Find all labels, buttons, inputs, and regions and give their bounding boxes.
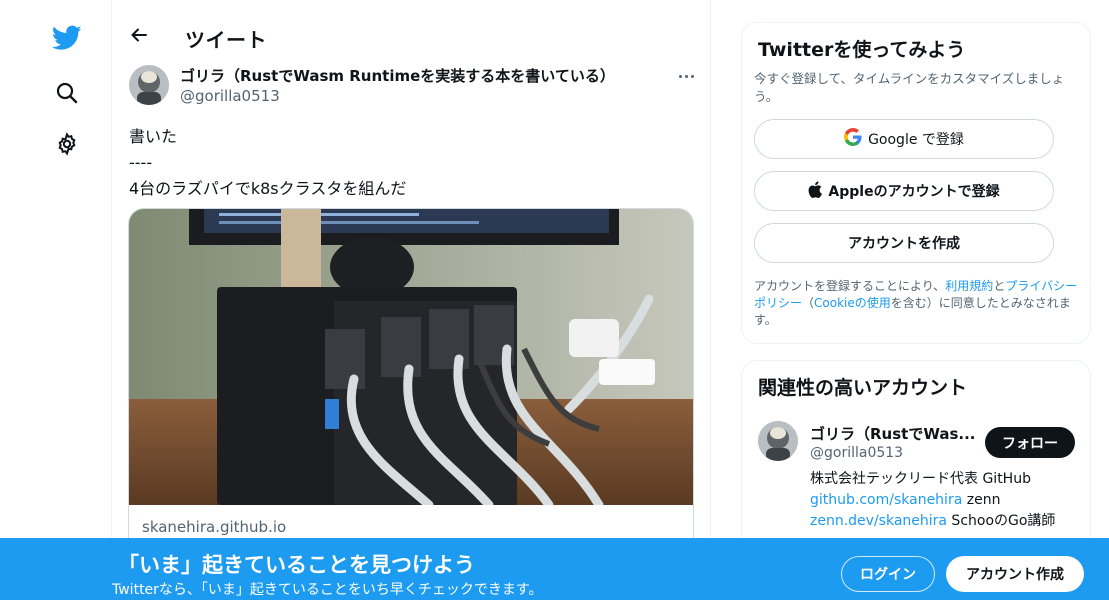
bio-line: 株式会社テックリード代表 GitHub — [810, 471, 1031, 487]
tweet-text: 書いた ---- 4台のラズパイでk8sクラスタを組んだ — [129, 127, 407, 198]
legal-text: アカウントを登録することにより、利用規約とプライバシーポリシー（Cookieの使… — [754, 278, 1084, 329]
more-options-icon[interactable] — [674, 64, 698, 88]
google-button-label: Google で登録 — [868, 132, 964, 148]
cookie-link[interactable]: Cookieの使用 — [814, 296, 891, 310]
legal-and: と — [993, 279, 1006, 293]
back-arrow-icon[interactable] — [126, 22, 152, 48]
zenn-link[interactable]: zenn.dev/skanehira — [810, 513, 947, 529]
bio-line: zenn.dev/skanehira SchooのGo講師 — [810, 511, 1080, 532]
legal-prefix: アカウントを登録することにより、 — [754, 279, 946, 293]
link-card[interactable]: skanehira.github.io — [128, 208, 694, 568]
avatar[interactable] — [758, 421, 798, 461]
google-icon — [844, 128, 862, 150]
page-title: ツイート — [185, 28, 267, 52]
tweet-header: ツイート — [112, 0, 710, 56]
related-account-handle[interactable]: @gorilla0513 — [810, 445, 903, 461]
card-image — [129, 209, 693, 505]
right-sidebar: Twitterを使ってみよう 今すぐ登録して、タイムラインをカスタマイズしましょ… — [741, 0, 1091, 600]
related-account-bio: 株式会社テックリード代表 GitHub github.com/skanehira… — [810, 469, 1080, 532]
github-link[interactable]: github.com/skanehira — [810, 492, 962, 508]
author-handle[interactable]: @gorilla0513 — [180, 87, 280, 105]
create-account-button[interactable]: アカウントを作成 — [754, 223, 1054, 263]
banner-subtitle: Twitterなら、「いま」起きていることをいち早くチェックできます。 — [112, 582, 543, 598]
page: ツイート ゴリラ（RustでWasm Runtimeを実装する本を書いている） … — [0, 0, 1109, 600]
twitter-bird-icon[interactable] — [50, 21, 84, 55]
apple-button-label: Appleのアカウントで登録 — [828, 184, 1000, 200]
login-button[interactable]: ログイン — [841, 556, 935, 592]
tweet-column: ツイート ゴリラ（RustでWasm Runtimeを実装する本を書いている） … — [112, 0, 710, 600]
legal-paren: （ — [802, 296, 815, 310]
signup-box: Twitterを使ってみよう 今すぐ登録して、タイムラインをカスタマイズしましょ… — [741, 22, 1091, 344]
signup-banner: 「いま」起きていることを見つけよう Twitterなら、「いま」起きていることを… — [0, 538, 1109, 600]
avatar[interactable] — [129, 65, 169, 105]
banner-title: 「いま」起きていることを見つけよう — [118, 553, 475, 577]
bio-text: zenn — [962, 492, 1001, 508]
card-domain: skanehira.github.io — [142, 518, 287, 536]
follow-button[interactable]: フォロー — [985, 427, 1075, 458]
bio-line: github.com/skanehira zenn — [810, 490, 1080, 511]
apple-icon — [808, 180, 823, 202]
search-icon[interactable] — [50, 76, 84, 110]
related-title: 関連性の高いアカウント — [758, 377, 968, 399]
gear-icon[interactable] — [50, 127, 84, 161]
divider — [710, 0, 711, 600]
google-signup-button[interactable]: Google で登録 — [754, 119, 1054, 159]
related-account-name[interactable]: ゴリラ（RustでWas... — [810, 423, 975, 444]
create-button-label: アカウントを作成 — [848, 236, 960, 252]
terms-link[interactable]: 利用規約 — [945, 279, 993, 293]
apple-signup-button[interactable]: Appleのアカウントで登録 — [754, 171, 1054, 211]
author-name[interactable]: ゴリラ（RustでWasm Runtimeを実装する本を書いている） — [180, 65, 615, 86]
signup-subtitle: 今すぐ登録して、タイムラインをカスタマイズしましょう。 — [754, 71, 1065, 104]
signup-button[interactable]: アカウント作成 — [946, 556, 1084, 592]
bio-text: SchooのGo講師 — [946, 513, 1056, 529]
left-nav — [0, 0, 112, 600]
signup-title: Twitterを使ってみよう — [758, 39, 966, 61]
